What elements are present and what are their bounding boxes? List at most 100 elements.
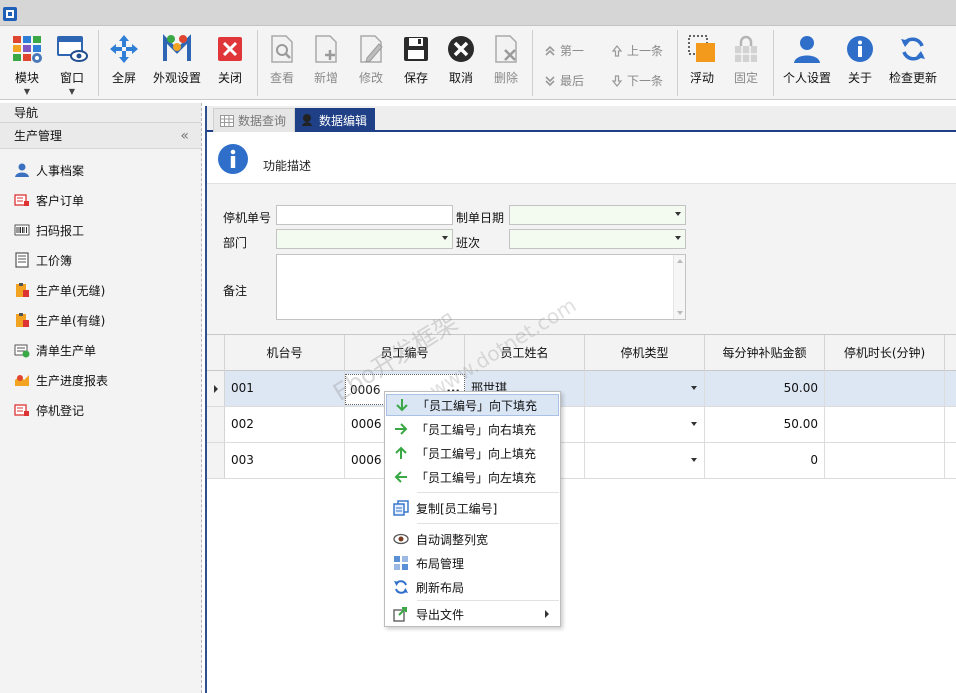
menu-item-fill-up[interactable]: 「员工编号」向上填充 [386,442,559,464]
next-record-button[interactable]: 下一条 [611,72,663,89]
about-button[interactable]: 关于 [844,26,876,100]
chevron-double-down-icon [545,75,555,86]
export-icon [393,607,407,622]
copy-icon [393,500,409,516]
cell-stop-type[interactable] [585,371,705,406]
window-button[interactable]: 窗口 ▼ [52,26,92,100]
menu-item-copy[interactable]: 复制[员工编号] [386,497,559,519]
nav-item-personnel[interactable]: 人事档案 [0,155,201,185]
table-row[interactable]: 002 0006 50.00 [207,407,956,443]
close-icon [218,37,242,61]
cell-amount[interactable]: 50.00 [705,371,825,406]
user-profile-icon [794,36,820,63]
last-record-button[interactable]: 最后 [544,72,584,89]
ribbon-separator [98,30,99,96]
menu-item-layout[interactable]: 布局管理 [386,552,559,574]
date-select[interactable] [509,205,686,225]
arrow-right-icon [395,423,408,435]
stop-no-label: 停机单号 [223,211,272,225]
cell-stop-type[interactable] [585,407,705,442]
department-label: 部门 [223,236,248,250]
check-update-button[interactable]: 检查更新 [886,26,940,100]
cancel-button[interactable]: 取消 [445,26,477,100]
pin-button[interactable]: 固定 [730,26,762,100]
nav-item-scan-report[interactable]: 扫码报工 [0,215,201,245]
table-row[interactable]: 001 邢世琪 50.00 0006 ... [207,371,956,407]
menu-item-auto-width[interactable]: 自动调整列宽 [386,528,559,550]
edit-button[interactable]: 修改 [355,26,387,100]
nav-group-production[interactable]: 生产管理 « [0,123,201,149]
function-description: 功能描述 [207,134,956,184]
chevron-down-icon[interactable] [691,422,697,426]
nav-item-progress-report[interactable]: 生产进度报表 [0,365,201,395]
appearance-button[interactable]: 外观设置 [150,26,204,100]
appearance-palette-icon [163,34,191,61]
table-row[interactable]: 003 0006 0 [207,443,956,479]
cell-duration[interactable] [825,371,945,406]
close-button[interactable]: 关闭 [214,26,246,100]
nav-item-list-production[interactable]: 清单生产单 [0,335,201,365]
table-icon [220,114,234,127]
stop-no-input[interactable] [276,205,453,225]
first-record-button[interactable]: 第一 [544,42,584,59]
menu-item-fill-down[interactable]: 「员工编号」向下填充 [386,394,559,416]
report-icon [15,375,29,386]
nav-item-customer-order[interactable]: 客户订单 [0,185,201,215]
cell-machine[interactable]: 003 [225,443,345,478]
add-button[interactable]: 新增 [310,26,342,100]
cell-duration[interactable] [825,407,945,442]
column-header-amount[interactable]: 每分钟补贴金额 [705,335,825,371]
column-header-emp-no[interactable]: 员工编号 [345,335,465,371]
remark-scrollbar[interactable] [673,255,685,319]
shift-select[interactable] [509,229,686,249]
fullscreen-arrows-icon [110,35,138,63]
nav-item-production-seamed[interactable]: 生产单(有缝) [0,305,201,335]
cell-amount[interactable]: 0 [705,443,825,478]
menu-separator [417,523,559,524]
prev-record-button[interactable]: 上一条 [611,42,663,59]
tab-data-edit[interactable]: 数据编辑 [295,108,376,132]
nav-item-price-book[interactable]: 工价簿 [0,245,201,275]
title-bar [0,0,956,26]
collapse-icon[interactable]: « [180,123,189,149]
cell-stop-type[interactable] [585,443,705,478]
edit-pencil-icon [360,35,383,63]
cell-amount[interactable]: 50.00 [705,407,825,442]
delete-button[interactable]: 删除 [490,26,522,100]
department-select[interactable] [276,229,453,249]
remark-textarea[interactable] [276,254,686,320]
menu-item-fill-left[interactable]: 「员工编号」向左填充 [386,466,559,488]
column-header-duration[interactable]: 停机时长(分钟) [825,335,945,371]
cell-machine[interactable]: 001 [225,371,345,406]
cell-duration[interactable] [825,443,945,478]
cell-machine[interactable]: 002 [225,407,345,442]
chevron-down-icon[interactable] [691,386,697,390]
fullscreen-button[interactable]: 全屏 [106,26,142,100]
menu-item-fill-right[interactable]: 「员工编号」向右填充 [386,418,559,440]
menu-item-export[interactable]: 导出文件 [386,603,559,625]
shift-label: 班次 [456,236,481,250]
tab-data-query[interactable]: 数据查询 [213,108,296,132]
nav-item-production-seamless[interactable]: 生产单(无缝) [0,275,201,305]
menu-item-refresh-layout[interactable]: 刷新布局 [386,576,559,598]
chevron-down-icon [442,236,448,240]
float-button[interactable]: 浮动 [685,26,719,100]
info-icon [218,144,248,174]
arrow-up-icon [395,446,407,459]
view-button[interactable]: 查看 [266,26,298,100]
edit-user-icon [302,114,312,126]
module-button[interactable]: 模块 ▼ [8,26,46,100]
save-disk-icon [404,37,428,61]
chevron-down-icon[interactable] [691,458,697,462]
column-header-machine[interactable]: 机台号 [225,335,345,371]
column-header-stop-type[interactable]: 停机类型 [585,335,705,371]
save-button[interactable]: 保存 [400,26,432,100]
nav-item-stop-register[interactable]: 停机登记 [0,395,201,425]
delete-document-icon [495,35,517,63]
row-indicator [207,443,225,478]
column-header-emp-name[interactable]: 员工姓名 [465,335,585,371]
grid-corner [207,335,225,371]
ribbon-separator [532,30,533,96]
clipboard-icon [16,283,29,297]
profile-settings-button[interactable]: 个人设置 [781,26,833,100]
